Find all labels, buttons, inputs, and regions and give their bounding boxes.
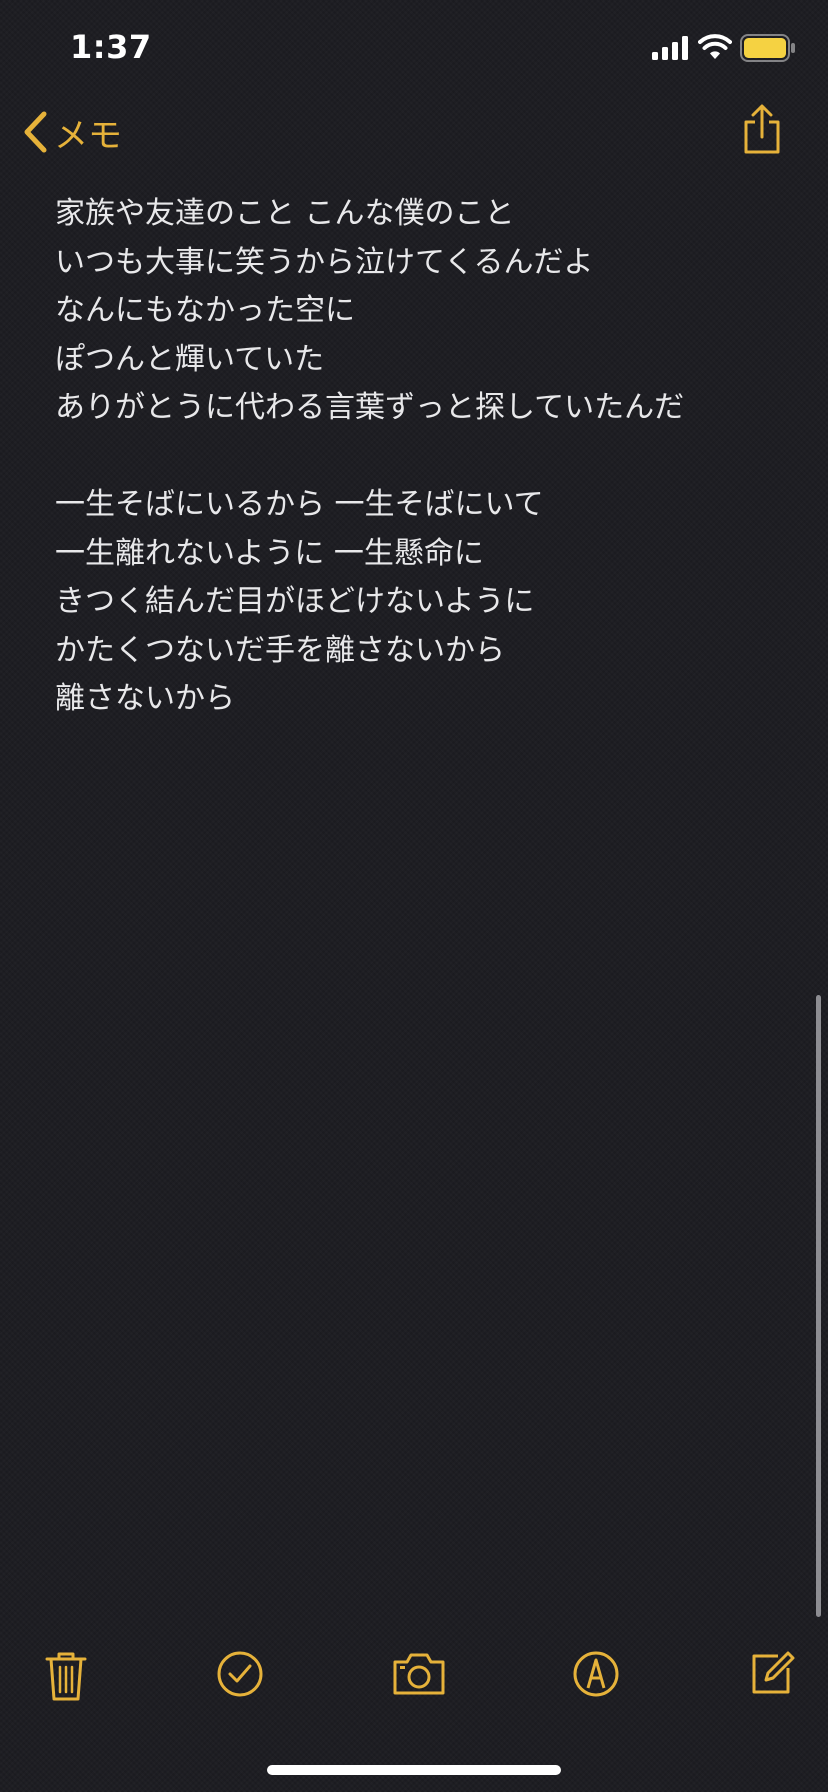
status-bar: 1:37 xyxy=(0,0,828,96)
note-line: なんにもなかった空に xyxy=(55,293,355,328)
note-line: きつく結んだ目がほどけないように xyxy=(55,584,535,619)
note-line: いつも大事に笑うから泣けてくるんだよ xyxy=(55,244,594,280)
battery-icon xyxy=(740,34,795,62)
trash-icon[interactable] xyxy=(44,1650,88,1702)
camera-icon[interactable] xyxy=(392,1650,446,1696)
note-line: 一生そばにいるから 一生そばにいて xyxy=(55,487,544,522)
status-time: 1:37 xyxy=(70,28,152,66)
markup-icon[interactable] xyxy=(572,1650,620,1698)
navigation-bar: メモ xyxy=(0,96,828,166)
note-line: 一生離れないように 一生懸命に xyxy=(55,535,484,571)
back-label: メモ xyxy=(54,115,122,156)
home-indicator[interactable] xyxy=(267,1765,561,1775)
note-line xyxy=(55,433,795,482)
wifi-icon xyxy=(698,34,732,59)
compose-icon[interactable] xyxy=(748,1650,796,1698)
note-body[interactable]: 家族や友達のこと こんな僕のこと いつも大事に笑うから泣けてくるんだよ なんにも… xyxy=(55,190,795,724)
note-line: ぽつんと輝いていた xyxy=(55,341,325,377)
checklist-icon[interactable] xyxy=(216,1650,264,1698)
note-line: ありがとうに代わる言葉ずっと探していたんだ xyxy=(55,390,685,425)
chevron-left-icon xyxy=(24,111,47,153)
note-line: かたくつないだ手を離さないから xyxy=(55,632,505,668)
scroll-indicator[interactable] xyxy=(816,995,821,1617)
back-button[interactable]: メモ xyxy=(22,108,122,156)
note-line: 家族や友達のこと こんな僕のこと xyxy=(55,196,515,231)
cellular-signal-icon xyxy=(652,36,688,60)
share-icon[interactable] xyxy=(740,104,784,156)
note-line: 離さないから xyxy=(55,681,235,716)
bottom-toolbar xyxy=(0,1640,828,1720)
